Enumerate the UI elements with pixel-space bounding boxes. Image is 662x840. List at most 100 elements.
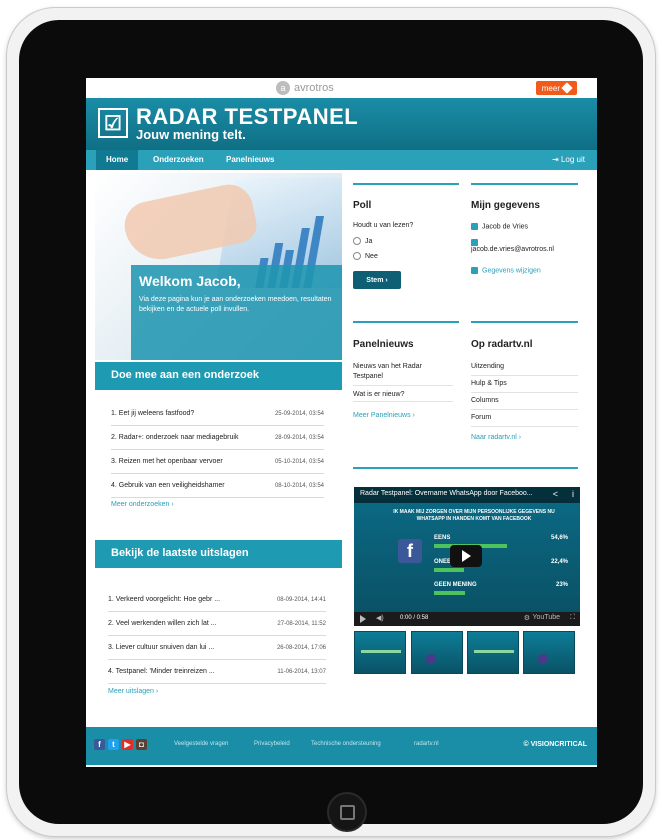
surveys-list: 1. Eet jij weleens fastfood? 25-09-2014, … — [111, 402, 324, 498]
video-titlebar: Radar Testpanel: Overname WhatsApp door … — [354, 487, 580, 503]
more-surveys-link[interactable]: Meer onderzoeken › — [111, 501, 174, 508]
poll-option-ja[interactable]: Ja — [353, 237, 372, 245]
poll-option-nee[interactable]: Nee — [353, 252, 378, 260]
news-item[interactable]: Nieuws van het Radar Testpanel — [353, 362, 453, 386]
video-thumbnail[interactable] — [411, 631, 463, 674]
hero-text: Via deze pagina kun je aan onderzoeken m… — [139, 296, 332, 313]
list-item[interactable]: 2. Radar+: onderzoek naar mediagebruik 28… — [111, 426, 324, 450]
list-item[interactable]: 1. Verkeerd voorgelicht: Hoe gebr ... 08-… — [108, 588, 326, 612]
video-player[interactable]: Radar Testpanel: Overname WhatsApp door … — [354, 487, 580, 626]
info-icon[interactable]: i — [572, 489, 574, 499]
meer-label: meer — [541, 83, 560, 93]
logout-link[interactable]: ⇥ Log uit — [552, 150, 585, 170]
footer-link-faq[interactable]: Veelgestelde vragen — [174, 741, 228, 747]
results-list: 1. Verkeerd voorgelicht: Hoe gebr ... 08-… — [108, 588, 326, 684]
volume-icon[interactable]: ◀) — [376, 614, 384, 622]
avrotros-logo-icon: a — [276, 81, 290, 95]
list-item[interactable]: 1. Eet jij weleens fastfood? 25-09-2014, … — [111, 402, 324, 426]
survey-date: 28-09-2014, 03:54 — [274, 434, 324, 441]
survey-label[interactable]: 3. Reizen met het openbaar vervoer — [111, 458, 223, 465]
avrotros-brand[interactable]: a avrotros — [276, 80, 334, 96]
result-date: 26-08-2014, 17:06 — [276, 644, 326, 651]
more-news-link[interactable]: Meer Panelnieuws › — [353, 412, 415, 419]
poll-option-label: Ja — [365, 237, 373, 245]
result-date: 08-09-2014, 14:41 — [276, 596, 326, 603]
footer-link-support[interactable]: Technische ondersteuning — [311, 741, 381, 747]
nav-onderzoeken[interactable]: Onderzoeken — [143, 150, 214, 170]
brand-name: avrotros — [294, 82, 334, 94]
web-page: a avrotros meer ☑ RADAR TESTPANEL Jouw m… — [86, 78, 597, 767]
account-email: jacob.de.vries@avrotros.nl — [471, 246, 554, 254]
control-play-icon[interactable] — [360, 615, 366, 623]
video-rule — [353, 467, 578, 469]
video-poll-label: EENS — [434, 535, 451, 541]
meer-button[interactable]: meer — [535, 81, 577, 95]
result-label[interactable]: 4. Testpanel: 'Minder treinreizen ... — [108, 668, 215, 675]
account-name-row: Jacob de Vries — [471, 223, 528, 230]
envelope-icon — [471, 239, 478, 246]
video-thumbnail[interactable] — [523, 631, 575, 674]
surveys-heading-band: Doe mee aan een onderzoek — [95, 362, 342, 390]
share-icon[interactable]: < — [553, 489, 558, 499]
video-headline: IK MAAK MIJ ZORGEN OVER MIJN PERSOONLIJK… — [393, 509, 555, 522]
video-poll-pct: 23% — [555, 582, 568, 588]
radartv-item[interactable]: Uitzending — [471, 359, 578, 376]
site-tagline: Jouw mening telt. — [136, 127, 246, 142]
radartv-item[interactable]: Columns — [471, 393, 578, 410]
video-controls: ◀) 0:00 / 0:58 ⚙ YouTube ⛶ — [354, 612, 580, 626]
radartv-link[interactable]: Naar radartv.nl › — [471, 434, 521, 441]
nav-panelnieuws[interactable]: Panelnieuws — [216, 150, 284, 170]
video-title[interactable]: Radar Testpanel: Overname WhatsApp door … — [360, 490, 533, 497]
account-edit-link[interactable]: Gegevens wijzigen — [482, 267, 541, 274]
video-thumbnail[interactable] — [354, 631, 406, 674]
checkbox-logo-icon[interactable]: ☑ — [98, 108, 128, 138]
result-date: 11-06-2014, 13:07 — [277, 668, 326, 675]
news-rule — [353, 321, 459, 323]
account-email-row: jacob.de.vries@avrotros.nl — [471, 239, 554, 253]
result-label[interactable]: 3. Liever cultuur snuiven dan lui ... — [108, 644, 214, 651]
result-label[interactable]: 2. Veel werkenden willen zich lat ... — [108, 620, 217, 627]
instagram-icon[interactable]: ◘ — [136, 739, 147, 750]
visioncritical-logo: © VISIONCRITICAL — [523, 741, 588, 748]
radio-icon[interactable] — [353, 252, 361, 260]
survey-label[interactable]: 2. Radar+: onderzoek naar mediagebruik — [111, 434, 238, 441]
nav-home[interactable]: Home — [96, 150, 139, 170]
footer-link-radartv[interactable]: radartv.nl — [414, 741, 439, 747]
radartv-title: Op radartv.nl — [471, 339, 533, 350]
video-poll-bar — [434, 591, 465, 595]
survey-label[interactable]: 1. Eet jij weleens fastfood? — [111, 410, 194, 417]
list-item[interactable]: 3. Reizen met het openbaar vervoer 05-10-… — [111, 450, 324, 474]
more-results-link[interactable]: Meer uitslagen › — [108, 688, 158, 695]
fullscreen-icon[interactable]: ⛶ — [570, 614, 575, 622]
list-item[interactable]: 4. Testpanel: 'Minder treinreizen ... 11-… — [108, 660, 326, 684]
vote-button[interactable]: Stem › — [353, 271, 401, 289]
youtube-logo[interactable]: YouTube — [532, 614, 560, 621]
list-item[interactable]: 3. Liever cultuur snuiven dan lui ... 26-… — [108, 636, 326, 660]
result-label[interactable]: 1. Verkeerd voorgelicht: Hoe gebr ... — [108, 596, 220, 603]
surveys-heading: Doe mee aan een onderzoek — [111, 369, 259, 381]
results-heading-band: Bekijk de laatste uitslagen — [95, 540, 342, 568]
results-heading: Bekijk de laatste uitslagen — [111, 547, 249, 559]
video-poll-label: GEEN MENING — [434, 582, 477, 588]
account-name: Jacob de Vries — [482, 223, 529, 231]
list-item[interactable]: 2. Veel werkenden willen zich lat ... 27-… — [108, 612, 326, 636]
youtube-icon[interactable]: ▶ — [122, 739, 133, 750]
video-thumbnail[interactable] — [467, 631, 519, 674]
list-item[interactable]: 4. Gebruik van een veiligheidshamer 08-10… — [111, 474, 324, 498]
hero-banner: Welkom Jacob, Via deze pagina kun je aan… — [95, 173, 342, 360]
news-item[interactable]: Wat is er nieuw? — [353, 391, 453, 402]
poll-option-label: Nee — [365, 252, 378, 260]
twitter-icon[interactable]: t — [108, 739, 119, 750]
footer-link-privacy[interactable]: Privacybeleid — [254, 741, 290, 747]
video-poll-pct: 22,4% — [550, 559, 568, 565]
play-button[interactable] — [450, 545, 482, 567]
survey-label[interactable]: 4. Gebruik van een veiligheidshamer — [111, 482, 225, 489]
settings-icon[interactable]: ⚙ — [524, 614, 530, 622]
radartv-item[interactable]: Forum — [471, 410, 578, 427]
radartv-item[interactable]: Hulp & Tips — [471, 376, 578, 393]
tablet-home-button[interactable] — [327, 792, 367, 832]
facebook-icon[interactable]: f — [94, 739, 105, 750]
account-edit-row[interactable]: Gegevens wijzigen — [471, 267, 541, 274]
site-header: ☑ RADAR TESTPANEL Jouw mening telt. — [86, 98, 597, 150]
radio-icon[interactable] — [353, 237, 361, 245]
